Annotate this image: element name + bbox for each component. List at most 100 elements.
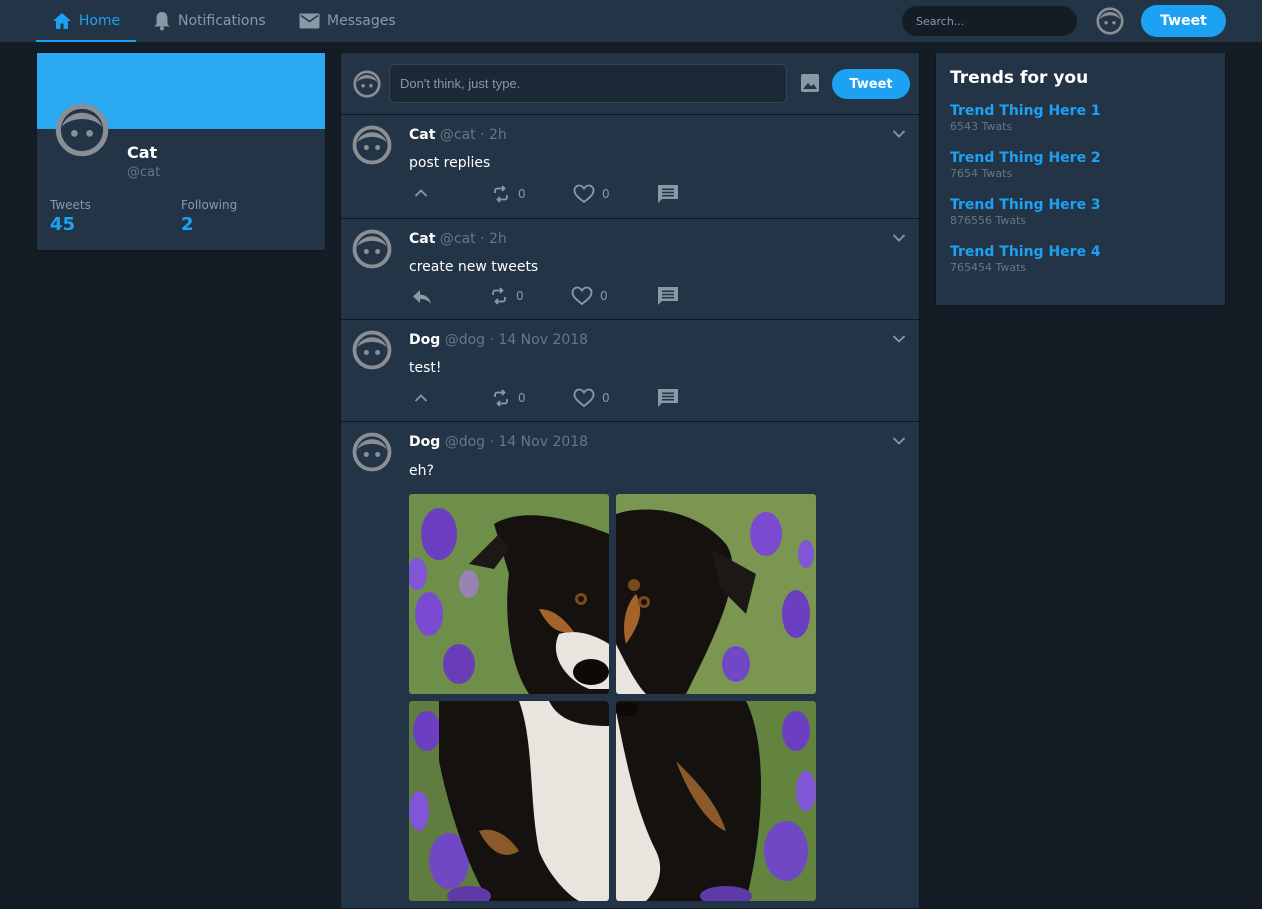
retweet-count: 0 — [518, 391, 526, 405]
tweet-timestamp: 2h — [489, 231, 507, 247]
like-button[interactable]: 0 — [573, 388, 610, 408]
heart-icon — [573, 184, 595, 204]
profile-card: Cat @cat Tweets 45 Following 2 — [36, 52, 326, 251]
like-count: 0 — [602, 391, 610, 405]
tweet-text: eh? — [409, 463, 434, 479]
retweet-button[interactable]: 0 — [491, 388, 526, 408]
tweet-timestamp: 2h — [489, 127, 507, 143]
compose-box: Tweet — [341, 53, 919, 115]
reply-button[interactable] — [411, 288, 433, 306]
comment-button[interactable] — [657, 184, 679, 204]
tweet-text: test! — [409, 360, 442, 376]
chevron-down-icon[interactable] — [892, 436, 906, 446]
trend-item[interactable]: Trend Thing Here 3 876556 Twats — [950, 197, 1101, 227]
tweet-separator: · — [489, 434, 494, 450]
trend-name[interactable]: Trend Thing Here 4 — [950, 244, 1101, 260]
reply-button[interactable] — [413, 391, 429, 405]
compose-tweet-button[interactable]: Tweet — [832, 69, 910, 99]
envelope-icon — [299, 13, 320, 29]
tweet-author-handle: @cat — [439, 231, 476, 247]
compose-avatar — [353, 70, 381, 98]
tweet-separator: · — [480, 231, 485, 247]
comment-button[interactable] — [657, 286, 679, 306]
reply-button[interactable] — [413, 186, 429, 200]
retweet-count: 0 — [516, 289, 524, 303]
trend-count: 7654 Twats — [950, 167, 1013, 180]
tweet-avatar[interactable] — [352, 330, 392, 370]
nav-notifications-label: Notifications — [178, 13, 266, 29]
tweet-item[interactable]: Cat @cat · 2h post replies 0 0 — [341, 115, 919, 219]
profile-name[interactable]: Cat — [127, 143, 157, 162]
following-stat-count[interactable]: 2 — [181, 214, 194, 235]
compose-input[interactable] — [389, 64, 787, 103]
retweet-icon — [494, 185, 508, 203]
comment-icon — [658, 389, 678, 407]
tweet-author-name[interactable]: Dog — [409, 332, 440, 348]
profile-handle: @cat — [127, 165, 161, 180]
tweets-stat-count[interactable]: 45 — [50, 214, 75, 235]
tweet-item[interactable]: Cat @cat · 2h create new tweets 0 0 — [341, 219, 919, 320]
chevron-down-icon[interactable] — [892, 233, 906, 243]
avatar[interactable] — [1096, 7, 1124, 35]
chevron-up-icon — [414, 189, 428, 197]
retweet-button[interactable]: 0 — [491, 184, 526, 204]
top-tweet-button[interactable]: Tweet — [1141, 5, 1226, 37]
heart-icon — [571, 286, 593, 306]
top-nav-bar: Home Notifications Messages Tweet — [0, 0, 1262, 42]
tweet-timestamp: 14 Nov 2018 — [498, 332, 589, 348]
tweet-header: Dog @dog · 14 Nov 2018 — [409, 332, 588, 348]
trends-panel: Trends for you Trend Thing Here 1 6543 T… — [935, 52, 1226, 306]
tweet-avatar[interactable] — [352, 125, 392, 165]
chevron-down-icon[interactable] — [892, 334, 906, 344]
like-count: 0 — [600, 289, 608, 303]
trend-item[interactable]: Trend Thing Here 4 765454 Twats — [950, 244, 1101, 274]
nav-messages-label: Messages — [327, 13, 396, 29]
comment-button[interactable] — [657, 388, 679, 408]
trend-count: 6543 Twats — [950, 120, 1013, 133]
dog-photo-2[interactable] — [616, 494, 816, 694]
nav-home-label: Home — [78, 13, 121, 29]
like-button[interactable]: 0 — [571, 286, 608, 306]
like-button[interactable]: 0 — [573, 184, 610, 204]
nav-home[interactable]: Home — [36, 0, 136, 42]
retweet-button[interactable]: 0 — [489, 286, 524, 306]
profile-avatar[interactable] — [55, 103, 109, 157]
trend-item[interactable]: Trend Thing Here 1 6543 Twats — [950, 103, 1101, 133]
tweet-author-handle: @dog — [444, 434, 486, 450]
chevron-down-icon[interactable] — [892, 129, 906, 139]
tweet-author-name[interactable]: Cat — [409, 127, 435, 143]
tweet-author-name[interactable]: Dog — [409, 434, 440, 450]
tweet-author-name[interactable]: Cat — [409, 231, 435, 247]
following-stat-label: Following — [181, 198, 238, 212]
trend-item[interactable]: Trend Thing Here 2 7654 Twats — [950, 150, 1101, 180]
retweet-count: 0 — [518, 187, 526, 201]
tweet-avatar[interactable] — [352, 229, 392, 269]
dog-photo-1[interactable] — [409, 494, 609, 694]
tweet-separator: · — [480, 127, 485, 143]
retweet-icon — [492, 287, 506, 305]
retweet-icon — [494, 389, 508, 407]
tweet-text: create new tweets — [409, 259, 539, 275]
nav-notifications[interactable]: Notifications — [153, 0, 266, 42]
trend-name[interactable]: Trend Thing Here 3 — [950, 197, 1101, 213]
nav-messages[interactable]: Messages — [299, 0, 396, 42]
dog-photo-3[interactable] — [409, 701, 609, 901]
trend-name[interactable]: Trend Thing Here 1 — [950, 103, 1101, 119]
timeline-feed: Tweet Cat @cat · 2h post replies 0 0 — [340, 52, 920, 909]
tweets-stat-label: Tweets — [50, 198, 91, 212]
tweet-timestamp: 14 Nov 2018 — [498, 434, 589, 450]
dog-photo-4[interactable] — [616, 701, 816, 901]
tweet-item[interactable]: Dog @dog · 14 Nov 2018 eh? — [341, 422, 919, 908]
trends-title: Trends for you — [950, 68, 1089, 88]
trend-count: 765454 Twats — [950, 261, 1027, 274]
bell-icon — [154, 12, 170, 31]
tweet-item[interactable]: Dog @dog · 14 Nov 2018 test! 0 0 — [341, 320, 919, 422]
search-input[interactable] — [902, 6, 1077, 36]
like-count: 0 — [602, 187, 610, 201]
tweet-avatar[interactable] — [352, 432, 392, 472]
photo-grid — [409, 494, 816, 902]
tweet-header: Cat @cat · 2h — [409, 127, 507, 143]
image-upload-icon[interactable] — [800, 73, 820, 93]
trend-name[interactable]: Trend Thing Here 2 — [950, 150, 1101, 166]
tweet-header: Dog @dog · 14 Nov 2018 — [409, 434, 588, 450]
